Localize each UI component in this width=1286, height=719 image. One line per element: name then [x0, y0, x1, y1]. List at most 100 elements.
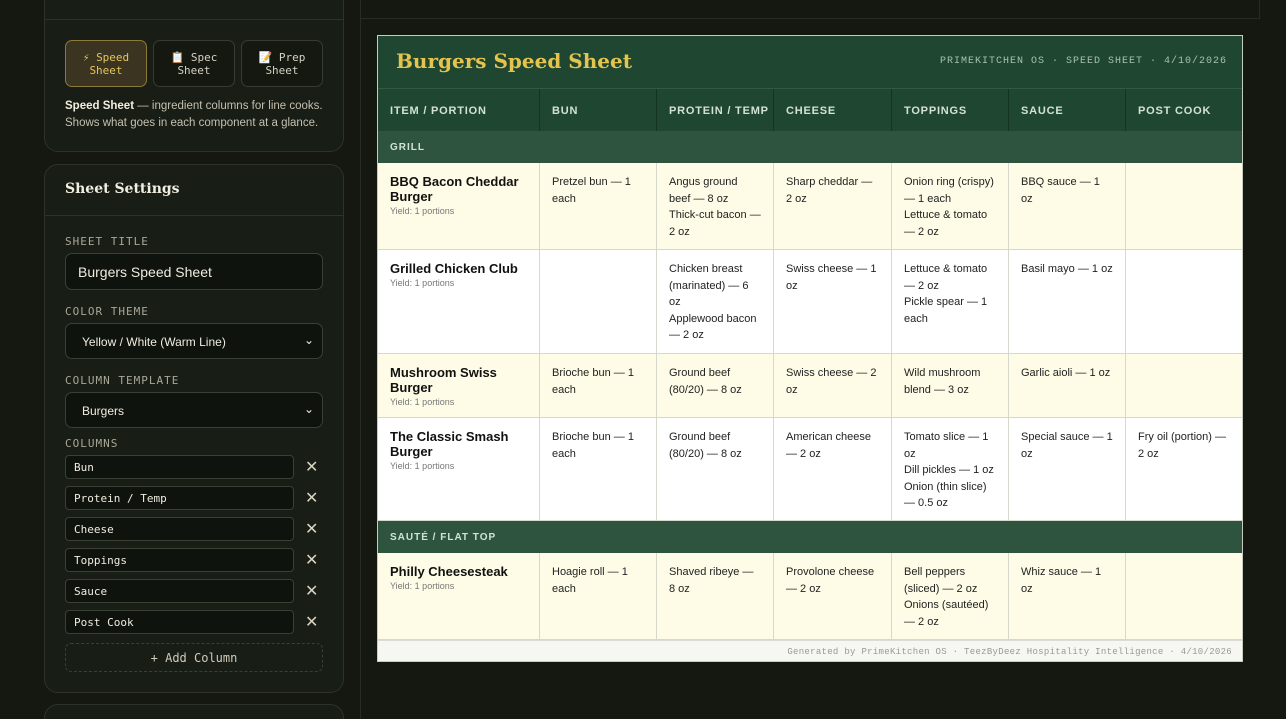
memo-icon: 📝: [258, 51, 273, 64]
divider: [1259, 0, 1260, 18]
divider: [361, 18, 1260, 19]
ingredient-cell: [1126, 553, 1242, 639]
ingredient-cell: Hoagie roll — 1 each: [540, 553, 657, 639]
remove-column-icon[interactable]: ✕: [305, 581, 318, 601]
column-name-input[interactable]: Post Cook: [65, 610, 294, 634]
item-yield: Yield: 1 portions: [390, 278, 455, 288]
item-cell: Philly Cheesesteak Yield: 1 portions: [378, 553, 540, 639]
ingredient-line: Fry oil (portion) — 2 oz: [1138, 431, 1227, 460]
remove-column-icon[interactable]: ✕: [305, 612, 318, 632]
column-name-input[interactable]: Sauce: [65, 579, 294, 603]
item-yield: Yield: 1 portions: [390, 581, 455, 591]
divider: [45, 215, 343, 216]
settings-title: Sheet Settings: [65, 181, 180, 197]
item-name: Mushroom Swiss Burger: [390, 365, 497, 395]
tab-spec-sheet[interactable]: 📋 Spec Sheet: [153, 40, 235, 87]
color-theme-select[interactable]: Yellow / White (Warm Line) ⌄: [65, 323, 323, 359]
ingredient-cell: BBQ sauce — 1 oz: [1009, 163, 1126, 249]
tab-label: Prep: [278, 51, 306, 64]
table-row: Grilled Chicken Club Yield: 1 portions Chi…: [378, 250, 1242, 354]
ingredient-cell: [1126, 354, 1242, 417]
column-name-input[interactable]: Protein / Temp: [65, 486, 294, 510]
column-template-value: Burgers: [82, 404, 125, 418]
remove-column-icon[interactable]: ✕: [305, 457, 318, 477]
remove-column-icon[interactable]: ✕: [305, 488, 318, 508]
column-row: Protein / Temp ✕: [65, 486, 323, 510]
ingredient-line: Thick-cut bacon — 2 oz: [669, 209, 761, 238]
tab-description: Speed Sheet — ingredient columns for lin…: [65, 98, 335, 132]
item-cell: The Classic Smash Burger Yield: 1 portion…: [378, 418, 540, 520]
remove-column-icon[interactable]: ✕: [305, 519, 318, 539]
sheet-title: Burgers Speed Sheet: [396, 49, 632, 73]
ingredient-cell: Provolone cheese — 2 oz: [774, 553, 892, 639]
add-column-button[interactable]: + Add Column: [65, 643, 323, 672]
sheet-footer: Generated by PrimeKitchen OS · TeezByDee…: [378, 640, 1242, 661]
tab-prep-sheet[interactable]: 📝 Prep Sheet: [241, 40, 323, 87]
ingredient-cell: Basil mayo — 1 oz: [1009, 250, 1126, 353]
ingredient-line: Onion (thin slice) — 0.5 oz: [904, 480, 987, 510]
column-name-input[interactable]: Cheese: [65, 517, 294, 541]
tab-label: Sheet: [89, 64, 123, 77]
ingredient-line: Shaved ribeye — 8 oz: [669, 566, 754, 595]
item-yield: Yield: 1 portions: [390, 397, 455, 407]
tab-label: Sheet: [265, 64, 299, 77]
ingredient-line: Whiz sauce — 1 oz: [1021, 566, 1102, 595]
ingredient-cell: Swiss cheese — 2 oz: [774, 354, 892, 417]
lightning-icon: ⚡: [82, 51, 90, 64]
ingredient-line: Lettuce & tomato — 2 oz: [904, 209, 988, 238]
item-yield: Yield: 1 portions: [390, 461, 455, 471]
clipboard-icon: 📋: [170, 51, 185, 64]
ingredient-cell: Sharp cheddar — 2 oz: [774, 163, 892, 249]
tab-label: Speed: [96, 51, 130, 64]
column-header: ITEM / PORTION: [378, 89, 540, 132]
ingredient-line: Tomato slice — 1 oz: [904, 431, 989, 460]
ingredient-line: Bell peppers (sliced) — 2 oz: [904, 566, 978, 595]
footer-text: Generated by PrimeKitchen OS · TeezByDee…: [787, 647, 1232, 657]
column-name-input[interactable]: Toppings: [65, 548, 294, 572]
ingredient-cell: American cheese — 2 oz: [774, 418, 892, 520]
ingredient-line: Ground beef (80/20) — 8 oz: [669, 431, 742, 460]
ingredient-cell: Tomato slice — 1 oz Dill pickles — 1 oz On…: [892, 418, 1009, 520]
ingredient-line: Pretzel bun — 1 each: [552, 176, 631, 205]
column-header: CHEESE: [774, 89, 892, 132]
column-header: TOPPINGS: [892, 89, 1009, 132]
sheet-title-input[interactable]: Burgers Speed Sheet: [65, 253, 323, 290]
remove-column-icon[interactable]: ✕: [305, 550, 318, 570]
ingredient-cell: Wild mushroom blend — 3 oz: [892, 354, 1009, 417]
ingredient-cell: Shaved ribeye — 8 oz: [657, 553, 774, 639]
sheet-type-panel: ⚡ Speed Sheet 📋 Spec Sheet 📝 Prep Sheet …: [44, 0, 344, 152]
ingredient-cell: Angus ground beef — 8 oz Thick-cut bacon …: [657, 163, 774, 249]
tab-speed-sheet[interactable]: ⚡ Speed Sheet: [65, 40, 147, 87]
item-cell: Grilled Chicken Club Yield: 1 portions: [378, 250, 540, 353]
column-template-select[interactable]: Burgers ⌄: [65, 392, 323, 428]
ingredient-line: Sharp cheddar — 2 oz: [786, 176, 873, 205]
ingredient-line: Brioche bun — 1 each: [552, 367, 634, 396]
tab-label: Sheet: [177, 64, 211, 77]
ingredient-line: Onions (sautéed) — 2 oz: [904, 599, 989, 628]
section-header: SAUTÉ / FLAT TOP: [378, 521, 1242, 553]
column-header: PROTEIN / TEMP: [657, 89, 774, 132]
column-template-label: COLUMN TEMPLATE: [65, 374, 180, 387]
column-row: Toppings ✕: [65, 548, 323, 572]
ingredient-line: Applewood bacon — 2 oz: [669, 312, 757, 342]
ingredient-line: Brioche bun — 1 each: [552, 431, 634, 460]
ingredient-line: Ground beef (80/20) — 8 oz: [669, 367, 742, 396]
divider: [45, 19, 343, 20]
item-name: The Classic Smash Burger: [390, 429, 509, 459]
columns-label: COLUMNS: [65, 437, 119, 450]
ingredient-line: Special sauce — 1 oz: [1021, 431, 1113, 460]
item-cell: BBQ Bacon Cheddar Burger Yield: 1 portion…: [378, 163, 540, 249]
table-row: Mushroom Swiss Burger Yield: 1 portions Br…: [378, 354, 1242, 418]
column-row: Cheese ✕: [65, 517, 323, 541]
ingredient-line: Chicken breast (marinated) — 6 oz: [669, 263, 749, 309]
chevron-down-icon: ⌄: [303, 333, 314, 347]
item-name: BBQ Bacon Cheddar Burger: [390, 174, 519, 204]
chevron-down-icon: ⌄: [303, 402, 314, 416]
ingredient-line: Wild mushroom blend — 3 oz: [904, 367, 981, 396]
ingredient-cell: [1126, 163, 1242, 249]
ingredient-cell: Chicken breast (marinated) — 6 oz Applewo…: [657, 250, 774, 353]
column-name-input[interactable]: Bun: [65, 455, 294, 479]
ingredient-line: BBQ sauce — 1 oz: [1021, 176, 1100, 205]
speed-sheet-preview: Burgers Speed Sheet PRIMEKITCHEN OS · SP…: [377, 35, 1243, 662]
ingredient-cell: Garlic aioli — 1 oz: [1009, 354, 1126, 417]
